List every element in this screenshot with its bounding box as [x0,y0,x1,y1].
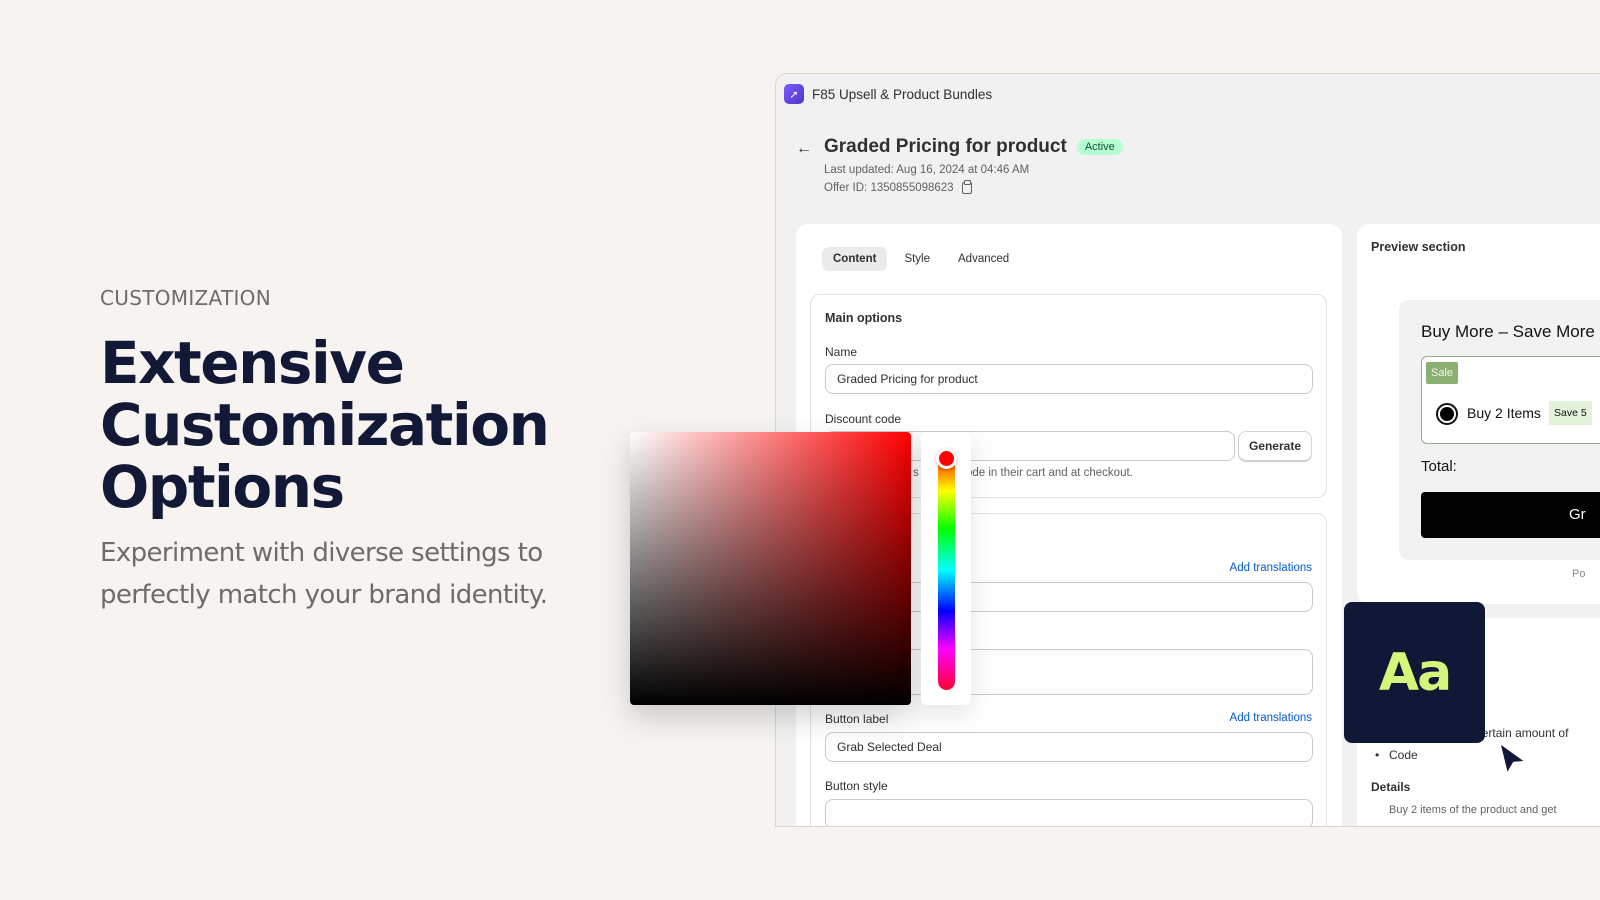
powered-by: Po [1572,568,1586,580]
status-badge: Active [1076,139,1123,155]
hue-slider[interactable] [938,450,955,690]
page-header: ← Graded Pricing for product Active Last… [796,136,1123,194]
typography-tile: Aa [1344,602,1485,743]
preview-card: Preview section Buy More – Save More Sal… [1357,224,1600,604]
hue-slider-thumb[interactable] [936,448,957,469]
tab-content[interactable]: Content [822,247,888,271]
preview-title: Preview section [1371,240,1466,254]
add-translations-link[interactable]: Add translations [1230,712,1312,724]
subheadline: Experiment with diverse settings to perf… [100,532,580,616]
total-label: Total: [1421,458,1457,475]
last-updated: Last updated: Aug 16, 2024 at 04:46 AM [824,164,1030,176]
button-label-label: Button label [825,712,889,726]
color-saturation-area[interactable] [630,432,911,705]
save-tag: Save 5 [1549,401,1592,425]
button-label-input[interactable]: Grab Selected Deal [825,732,1313,762]
cta-button[interactable]: Gr [1421,492,1600,538]
hue-slider-panel [921,432,971,705]
radio-selected[interactable] [1436,403,1458,425]
offer-id-row: Offer ID: 1350855098623 [824,180,1123,194]
option-label: Buy 2 Items [1467,405,1541,421]
tab-style[interactable]: Style [893,247,941,271]
sale-tag: Sale [1426,362,1459,384]
offer-id: Offer ID: 1350855098623 [824,182,954,194]
discount-code-label: Discount code [825,412,902,426]
discount-help-fragment: s [913,467,919,479]
tab-bar: Content Style Advanced [822,247,1020,271]
bundle-option[interactable]: Sale Buy 2 Items Save 5 [1421,356,1600,444]
headline: Extensive Customization Options [100,332,580,518]
subheadline-line: Experiment with diverse settings to [100,538,543,568]
headline-line: Extensive [100,329,405,397]
widget-heading: Buy More – Save More [1421,322,1595,341]
section-title: Main options [825,311,903,325]
mouse-cursor-icon [1497,740,1529,777]
name-input[interactable]: Graded Pricing for product [825,364,1313,394]
details-text: Buy 2 items of the product and get [1389,804,1557,816]
headline-line: Options [100,453,345,521]
add-translations-link[interactable]: Add translations [1230,562,1312,574]
discount-help-text: ode in their cart and at checkout. [966,467,1133,479]
app-titlebar: ➚ F85 Upsell & Product Bundles [776,74,1600,114]
eyebrow-label: CUSTOMIZATION [100,286,271,310]
generate-button[interactable]: Generate [1237,431,1312,461]
subheadline-line: perfectly match your brand identity. [100,580,548,610]
details-title: Details [1371,780,1411,794]
summary-bullet: Code [1375,748,1568,762]
clipboard-icon[interactable] [961,180,972,194]
app-name: F85 Upsell & Product Bundles [812,86,993,102]
button-style-select[interactable] [825,799,1313,826]
page-title: Graded Pricing for product [824,136,1067,157]
button-style-label: Button style [825,779,888,793]
preview-widget: Buy More – Save More Sale Buy 2 Items Sa… [1399,300,1600,560]
name-label: Name [825,345,858,359]
rocket-icon: ➚ [784,84,804,104]
tab-advanced[interactable]: Advanced [947,247,1020,271]
hero-section: CUSTOMIZATION Extensive Customization Op… [100,286,580,616]
headline-line: Customization [100,391,550,459]
arrow-left-icon[interactable]: ← [796,140,812,158]
